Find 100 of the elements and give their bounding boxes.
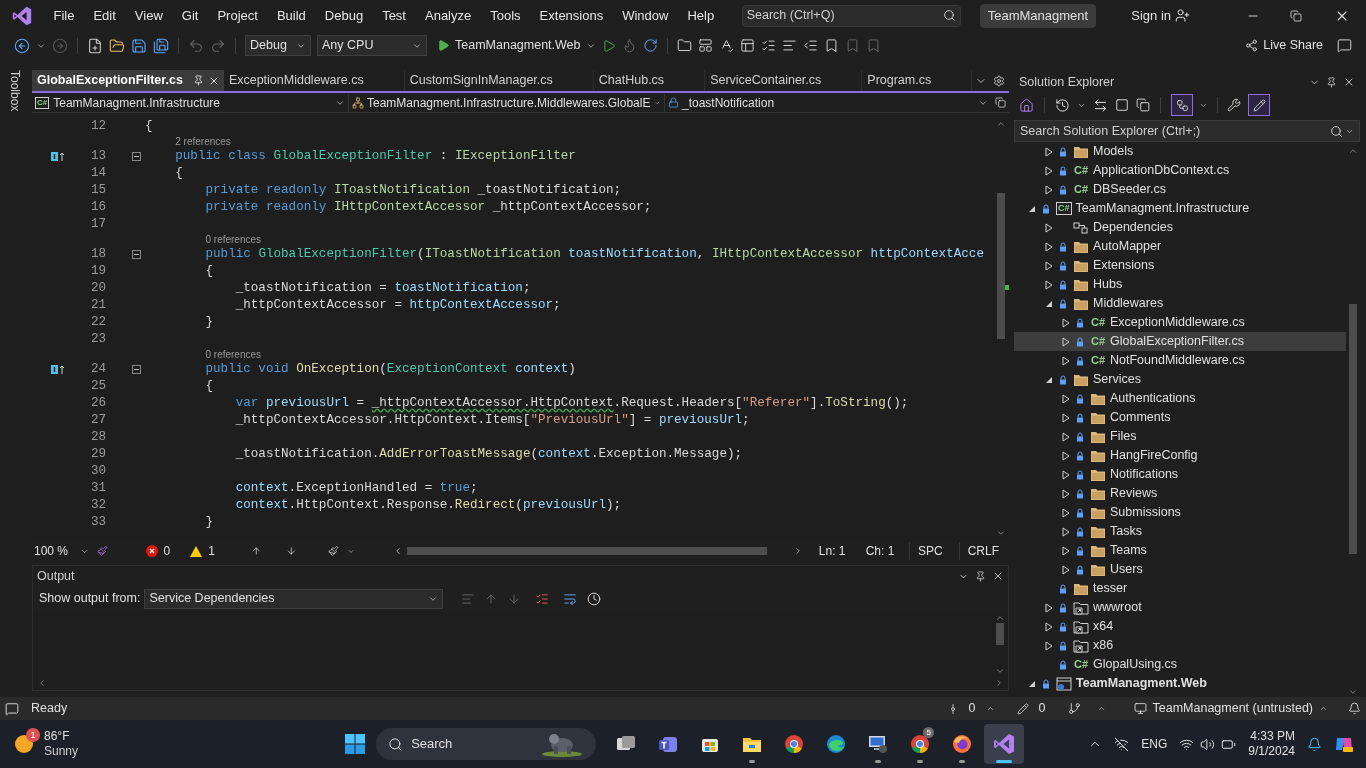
menu-item[interactable]: Build	[267, 3, 316, 28]
taskbar-search-field[interactable]: Search	[376, 728, 597, 760]
tree-item[interactable]: Middlewares	[1014, 294, 1346, 313]
clock-time[interactable]: 4:33 PM	[1250, 729, 1295, 744]
outdent-icon[interactable]	[802, 38, 818, 53]
chrome-icon[interactable]	[783, 733, 806, 755]
start-icon[interactable]	[344, 733, 367, 755]
live-share-button[interactable]: Live Share	[1245, 36, 1323, 55]
collapsed-arrow-icon[interactable]	[1062, 317, 1070, 328]
configuration-dropdown[interactable]: Debug	[245, 35, 311, 56]
collapsed-arrow-icon[interactable]	[1045, 184, 1053, 195]
menu-item[interactable]: Analyze	[415, 3, 481, 28]
split-icon[interactable]	[994, 97, 1006, 108]
repository-icon[interactable]	[1133, 702, 1147, 715]
field-icon[interactable]	[668, 97, 679, 108]
scroll-up-icon[interactable]	[996, 119, 1006, 129]
output-icon[interactable]	[5, 701, 19, 716]
history-icon[interactable]	[1055, 97, 1070, 113]
collapsed-arrow-icon[interactable]	[1045, 640, 1053, 651]
code-lens[interactable]: 2 references	[175, 135, 231, 148]
tree-item[interactable]: Dependencies	[1014, 218, 1346, 237]
expanded-arrow-icon[interactable]	[1028, 679, 1036, 688]
pin-icon[interactable]	[192, 75, 204, 86]
timestamp-icon[interactable]	[587, 591, 602, 606]
tree-item[interactable]: wwwroot	[1014, 598, 1346, 617]
collapse-icon[interactable]	[132, 250, 141, 259]
tree-item[interactable]: TeamManagment.Web	[1014, 674, 1346, 693]
collapsed-arrow-icon[interactable]	[1045, 241, 1053, 252]
toolbox-tab[interactable]: Toolbox	[6, 70, 24, 112]
volume-icon[interactable]	[1200, 736, 1216, 752]
document-tab[interactable]: ExceptionMiddleware.cs	[223, 70, 405, 91]
caret-icon[interactable]	[985, 704, 995, 713]
open-folder-icon[interactable]	[109, 37, 125, 54]
search-field[interactable]: Search Solution Explorer (Ctrl+;)	[1014, 120, 1360, 142]
document-tab[interactable]: CustomSignInManager.cs	[404, 70, 594, 91]
collapsed-arrow-icon[interactable]	[1045, 621, 1053, 632]
menu-item[interactable]: File	[44, 3, 84, 28]
scroll-thumb[interactable]	[406, 547, 767, 555]
output-source-dropdown[interactable]: Service Dependencies	[144, 588, 444, 609]
repository-indicator[interactable]: TeamManagment (untrusted)	[1133, 699, 1328, 718]
code-lens[interactable]: 0 references	[205, 348, 262, 361]
start-without-debugging-icon[interactable]	[601, 38, 616, 53]
document-tab[interactable]: GlobalExceptionFilter.cs	[32, 70, 224, 91]
close-icon[interactable]	[992, 570, 1004, 582]
properties-icon[interactable]	[1227, 98, 1241, 112]
menu-item[interactable]: Extensions	[530, 3, 613, 28]
pin-icon[interactable]	[1326, 76, 1337, 88]
error-count[interactable]: 0	[145, 542, 171, 560]
notifications-icon[interactable]	[1307, 736, 1322, 752]
notifications-icon[interactable]	[1348, 702, 1361, 715]
tree-item[interactable]: C# TeamManagment.Infrastructure	[1014, 199, 1346, 218]
bookmark-icon[interactable]	[823, 38, 839, 53]
collapsed-arrow-icon[interactable]	[1062, 450, 1070, 461]
weather-icon[interactable]	[12, 732, 36, 756]
show-all-files-icon[interactable]	[1136, 98, 1150, 112]
collapse-all-icon[interactable]	[1115, 98, 1129, 112]
collapsed-arrow-icon[interactable]	[1045, 146, 1053, 157]
caret-icon[interactable]	[1319, 704, 1328, 713]
remote-desktop-icon[interactable]	[867, 733, 890, 755]
tree-item[interactable]: HangFireConfig	[1014, 446, 1346, 465]
play-icon[interactable]	[437, 39, 450, 52]
menu-item[interactable]: Window	[612, 3, 678, 28]
restore-icon[interactable]	[1290, 9, 1302, 22]
edge-icon[interactable]	[825, 733, 848, 755]
expanded-arrow-icon[interactable]	[1028, 204, 1036, 213]
feedback-icon[interactable]	[1337, 38, 1352, 53]
collapsed-arrow-icon[interactable]	[1045, 165, 1053, 176]
platform-dropdown[interactable]: Any CPU	[317, 35, 427, 56]
tree-item[interactable]: AutoMapper	[1014, 237, 1346, 256]
collapsed-arrow-icon[interactable]	[1045, 260, 1053, 271]
tree-item[interactable]: Hubs	[1014, 275, 1346, 294]
collapse-icon[interactable]	[132, 152, 141, 161]
menu-item[interactable]: Git	[172, 3, 208, 28]
collapse-icon[interactable]	[132, 365, 141, 374]
share-icon[interactable]	[1245, 39, 1259, 52]
settings-icon[interactable]	[993, 74, 1005, 87]
scroll-up-icon[interactable]	[995, 613, 1005, 623]
expanded-arrow-icon[interactable]	[1045, 375, 1053, 384]
menu-item[interactable]: Project	[207, 3, 268, 28]
collapsed-arrow-icon[interactable]	[1062, 469, 1070, 480]
tree-item[interactable]: x86	[1014, 636, 1346, 655]
folder-icon[interactable]	[676, 38, 692, 53]
tree-item[interactable]: x64	[1014, 617, 1346, 636]
tree-item[interactable]: C# GlopalUsing.cs	[1014, 655, 1346, 674]
document-tab[interactable]: Program.cs	[862, 70, 973, 91]
tree-item[interactable]: Submissions	[1014, 503, 1346, 522]
class-icon[interactable]	[352, 96, 364, 109]
tree-item[interactable]: Models	[1014, 142, 1346, 161]
implementation-glyph-icon[interactable]	[51, 151, 65, 162]
tree-item[interactable]: Notifications	[1014, 465, 1346, 484]
whitespace-indicator[interactable]: SPC	[908, 542, 951, 560]
commits-indicator[interactable]: 0	[946, 699, 995, 718]
save-icon[interactable]	[131, 37, 147, 54]
network-off-icon[interactable]	[1114, 736, 1130, 752]
tree-item[interactable]: Extensions	[1014, 256, 1346, 275]
tree-item[interactable]: C# ExceptionMiddleware.cs	[1014, 313, 1346, 332]
scroll-right-icon[interactable]	[994, 678, 1004, 688]
tree-item[interactable]: Services	[1014, 370, 1346, 389]
collapsed-arrow-icon[interactable]	[1062, 336, 1070, 347]
collapsed-arrow-icon[interactable]	[1062, 526, 1070, 537]
